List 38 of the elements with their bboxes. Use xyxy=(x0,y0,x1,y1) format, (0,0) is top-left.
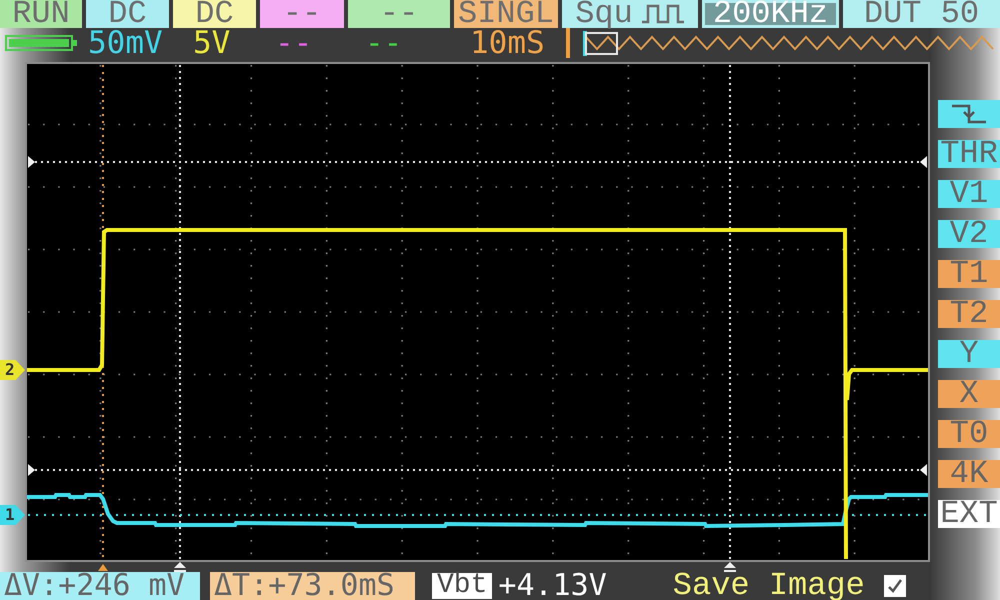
setting-field[interactable]: -- xyxy=(260,0,344,28)
battery-icon xyxy=(5,35,77,51)
channel-marker: 1 xyxy=(0,505,25,525)
menu-item[interactable]: EXT xyxy=(938,500,1000,528)
menu-item[interactable]: V2 xyxy=(938,220,1000,248)
setting-field[interactable]: SINGL xyxy=(454,0,558,28)
scale-readout: 10mS xyxy=(470,28,545,58)
setting-field[interactable]: -- xyxy=(348,0,450,28)
menu-item[interactable]: V1 xyxy=(938,180,1000,208)
menu-item[interactable]: T1 xyxy=(938,260,1000,288)
check-icon xyxy=(886,578,903,594)
menu-item[interactable]: T2 xyxy=(938,300,1000,328)
setting-field[interactable]: DC xyxy=(86,0,169,28)
setting-field[interactable]: 200KHz xyxy=(702,0,839,28)
setting-field[interactable]: Squ xyxy=(562,0,698,28)
menu-item[interactable]: Y xyxy=(938,340,1000,368)
channel-marker: 2 xyxy=(0,360,25,380)
setting-field[interactable]: DUT 50 xyxy=(843,0,1000,28)
measurement-readout: ΔT:+73.0mS xyxy=(210,572,415,600)
save-image-checkbox[interactable] xyxy=(884,575,906,597)
menu-item[interactable]: T0 xyxy=(938,420,1000,448)
menu-item[interactable]: THR xyxy=(938,140,1000,168)
scale-readout: 5V xyxy=(193,28,230,58)
square-wave-icon xyxy=(640,4,685,24)
cursor-marker-icon xyxy=(174,562,186,572)
battery-voltage-label: Vbt xyxy=(432,573,492,599)
cursor-marker-icon xyxy=(724,562,736,572)
trigger-edge-button[interactable] xyxy=(938,100,1000,128)
setting-field[interactable]: RUN xyxy=(0,0,82,28)
menu-item[interactable]: X xyxy=(938,380,1000,408)
falling-edge-icon xyxy=(951,104,987,124)
scale-readout: -- xyxy=(365,28,402,58)
measurement-readout: ΔV:+246 mV xyxy=(0,572,200,600)
setting-field[interactable]: DC xyxy=(173,0,256,28)
scale-readout: -- xyxy=(275,28,312,58)
scale-readout: 50mV xyxy=(88,28,163,58)
menu-item[interactable]: 4K xyxy=(938,460,1000,488)
battery-voltage-value: +4.13V xyxy=(498,572,607,600)
